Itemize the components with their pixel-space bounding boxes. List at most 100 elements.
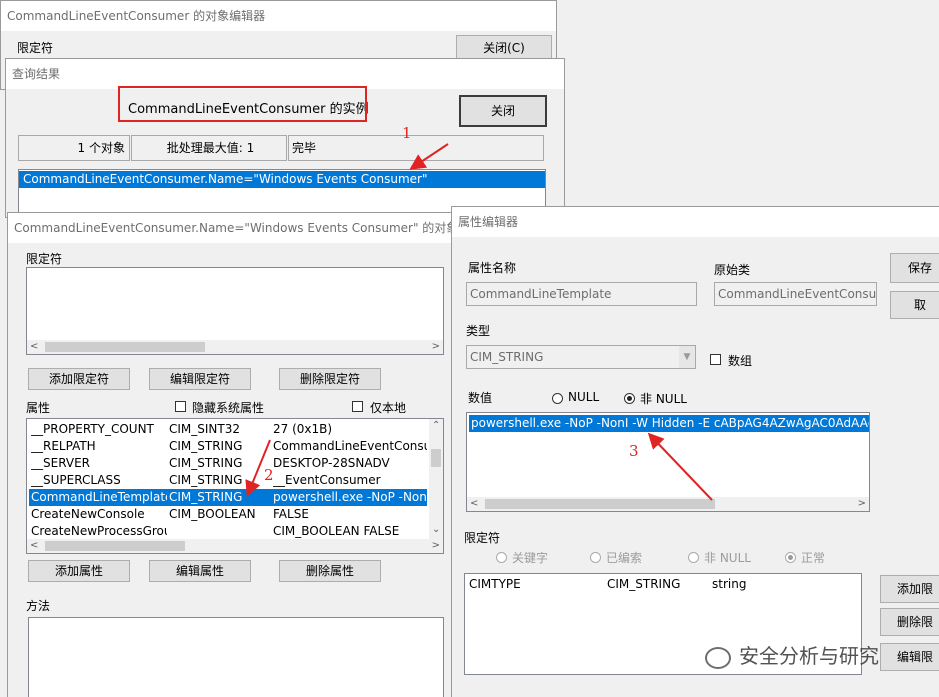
scroll-left-icon[interactable]: <	[470, 497, 478, 511]
value-text[interactable]: powershell.exe -NoP -NonI -W Hidden -E c…	[469, 415, 869, 432]
horizontal-scrollbar[interactable]: < >	[27, 340, 443, 354]
origin-class-field[interactable]: CommandLineEventConsum	[714, 282, 877, 306]
not-null-qual-label: 非 NULL	[704, 551, 751, 565]
property-name: __RELPATH	[31, 439, 96, 453]
delete-qualifier-button[interactable]: 删除限定符	[279, 368, 381, 390]
scroll-right-icon[interactable]: >	[432, 539, 440, 553]
scroll-left-icon[interactable]: <	[30, 340, 38, 354]
add-qualifier-button[interactable]: 添加限定符	[28, 368, 130, 390]
null-radio[interactable]	[552, 393, 563, 404]
table-row[interactable]: __SUPERCLASS CIM_STRING __EventConsumer	[29, 472, 427, 489]
key-radio[interactable]	[496, 552, 507, 563]
property-type: CIM_SINT32	[169, 422, 241, 436]
origin-class-label: 原始类	[714, 263, 751, 277]
object-editor-window: CommandLineEventConsumer.Name="Windows E…	[7, 212, 459, 697]
qual-name[interactable]: CIMTYPE	[469, 577, 521, 591]
status-done: 完毕	[288, 135, 544, 161]
annotation-label-2: 2	[264, 466, 274, 484]
chevron-down-icon: ▼	[679, 346, 695, 368]
qualifier-label: 限定符	[464, 531, 501, 545]
table-row[interactable]: CreateNewProcessGroup CIM_BOOLEAN FALSE	[29, 523, 427, 540]
add-property-button[interactable]: 添加属性	[28, 560, 130, 582]
array-checkbox[interactable]	[710, 354, 721, 365]
table-row[interactable]: CommandLineTemplate CIM_STRING powershell.…	[29, 489, 427, 506]
wechat-icon	[705, 646, 731, 669]
scroll-down-icon[interactable]: ⌄	[432, 523, 440, 537]
property-value: powershell.exe -NoP -Non	[273, 490, 427, 504]
property-value: 27 (0x1B)	[273, 422, 333, 436]
property-name: CommandLineTemplate	[31, 490, 167, 504]
watermark-text: 安全分析与研究	[739, 644, 879, 668]
delete-qualifier-button[interactable]: 删除限	[880, 608, 939, 636]
methods-label: 方法	[26, 599, 51, 613]
type-select[interactable]: CIM_STRING ▼	[466, 345, 696, 369]
window-title: 属性编辑器	[452, 207, 939, 237]
property-value: CIM_BOOLEAN FALSE	[273, 524, 400, 538]
property-name-label: 属性名称	[468, 261, 517, 275]
property-value: FALSE	[273, 507, 309, 521]
qual-type[interactable]: CIM_STRING	[607, 577, 680, 591]
watermark: 安全分析与研究	[705, 640, 879, 669]
array-label: 数组	[728, 354, 753, 368]
property-value: DESKTOP-28SNADV	[273, 456, 390, 470]
add-qualifier-button[interactable]: 添加限	[880, 575, 939, 603]
normal-label: 正常	[801, 551, 826, 565]
edit-qualifier-button[interactable]: 编辑限定符	[149, 368, 251, 390]
save-button[interactable]: 保存	[890, 253, 939, 283]
status-batch: 批处理最大值: 1	[131, 135, 287, 161]
property-type: CIM_BOOLEAN	[169, 507, 256, 521]
hide-system-checkbox[interactable]	[175, 401, 186, 412]
vertical-scrollbar[interactable]: ⌃ ⌄	[429, 419, 443, 539]
scroll-right-icon[interactable]: >	[858, 497, 866, 511]
edit-property-button[interactable]: 编辑属性	[149, 560, 251, 582]
scroll-thumb[interactable]	[485, 499, 715, 509]
property-value: __EventConsumer	[273, 473, 381, 487]
close-button[interactable]: 关闭	[459, 95, 547, 127]
methods-list[interactable]	[28, 617, 444, 697]
delete-property-button[interactable]: 删除属性	[279, 560, 381, 582]
indexed-label: 已编索	[606, 551, 643, 565]
table-row[interactable]: __SERVER CIM_STRING DESKTOP-28SNADV	[29, 455, 427, 472]
window-title: CommandLineEventConsumer.Name="Windows E…	[8, 213, 458, 243]
horizontal-scrollbar[interactable]: < >	[467, 497, 869, 511]
not-null-qual-radio[interactable]	[688, 552, 699, 563]
table-row[interactable]: __RELPATH CIM_STRING CommandLineEventConsu	[29, 438, 427, 455]
not-null-radio[interactable]	[624, 393, 635, 404]
normal-radio[interactable]	[785, 552, 796, 563]
property-type: CIM_STRING	[169, 439, 243, 453]
key-label: 关键字	[512, 551, 549, 565]
property-type: CIM_STRING	[169, 490, 243, 504]
property-name: __SERVER	[31, 456, 91, 470]
scroll-right-icon[interactable]: >	[432, 340, 440, 354]
scroll-left-icon[interactable]: <	[30, 539, 38, 553]
annotation-label-1: 1	[402, 124, 412, 142]
scroll-thumb[interactable]	[431, 449, 441, 467]
horizontal-scrollbar[interactable]: < >	[27, 539, 443, 553]
qualifier-label: 限定符	[26, 252, 63, 266]
window-title: CommandLineEventConsumer 的对象编辑器	[1, 1, 556, 31]
value-textbox[interactable]: powershell.exe -NoP -NonI -W Hidden -E c…	[466, 412, 870, 512]
local-only-label: 仅本地	[370, 401, 407, 415]
properties-list[interactable]: __PROPERTY_COUNT CIM_SINT32 27 (0x1B) __REL…	[26, 418, 444, 554]
properties-label: 属性	[26, 401, 51, 415]
qualifier-list[interactable]: < >	[26, 267, 444, 355]
qual-value[interactable]: string	[712, 577, 746, 591]
edit-qualifier-button[interactable]: 编辑限	[880, 643, 939, 671]
window-title: 查询结果	[6, 59, 564, 89]
table-row[interactable]: CreateNewConsole CIM_BOOLEAN FALSE	[29, 506, 427, 523]
not-null-label: 非 NULL	[640, 392, 687, 406]
indexed-radio[interactable]	[590, 552, 601, 563]
property-name: CreateNewConsole	[31, 507, 145, 521]
result-row[interactable]: CommandLineEventConsumer.Name="Windows E…	[19, 171, 545, 188]
value-label: 数值	[468, 391, 493, 405]
cancel-button[interactable]: 取	[890, 291, 939, 319]
scroll-up-icon[interactable]: ⌃	[432, 419, 440, 433]
null-label: NULL	[568, 390, 600, 404]
scroll-thumb[interactable]	[45, 541, 185, 551]
property-name: __SUPERCLASS	[31, 473, 121, 487]
table-row[interactable]: __PROPERTY_COUNT CIM_SINT32 27 (0x1B)	[29, 421, 427, 438]
scroll-thumb[interactable]	[45, 342, 205, 352]
property-type: CIM_STRING	[169, 456, 243, 470]
property-name-field[interactable]: CommandLineTemplate	[466, 282, 697, 306]
local-only-checkbox[interactable]	[352, 401, 363, 412]
